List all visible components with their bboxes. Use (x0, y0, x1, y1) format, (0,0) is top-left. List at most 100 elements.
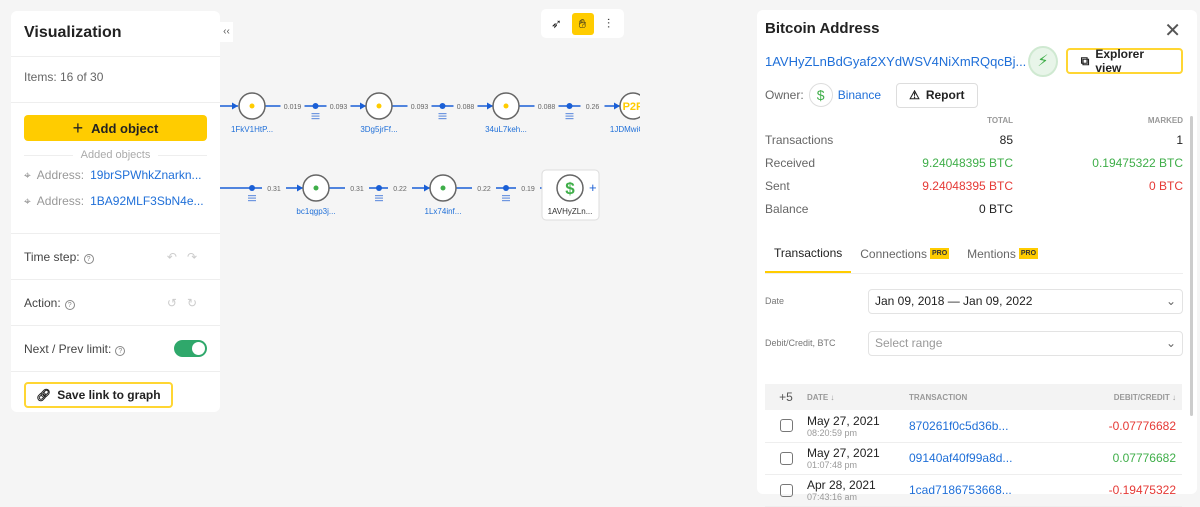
row-checkbox[interactable] (779, 419, 793, 433)
explorer-view-button[interactable]: ⧉ Explorer view (1065, 47, 1183, 75)
edge-amount: 0.22 (393, 186, 407, 193)
row-checkbox[interactable] (779, 483, 793, 497)
node-label: 1FkV1HtP... (231, 125, 273, 134)
added-objects-heading: Added objects (72, 149, 159, 161)
row-checkbox[interactable] (779, 451, 793, 465)
transaction-link[interactable]: 1cad7186753668... (909, 474, 1069, 507)
location-pin-icon: ⌖ (24, 193, 31, 208)
address-link[interactable]: 19brSPWhkZnarkn... (90, 168, 201, 182)
arrow-icon (614, 102, 620, 110)
transaction-link[interactable]: 09140af40f99a8d... (909, 442, 1069, 475)
edge-amount: 0.088 (457, 104, 475, 111)
save-link-button[interactable]: 🔗︎ Save link to graph (24, 382, 173, 408)
settings-tool-button[interactable]: ⫶ (598, 13, 620, 35)
list-icon[interactable] (438, 113, 447, 120)
graph-canvas[interactable]: 0.019 0.093 0.093 0.088 0.088 0.26 1FkV1HtP...… (220, 60, 640, 230)
table-row[interactable]: Apr 28, 2021 07:43:16 am 1cad7186753668...… (765, 474, 1182, 507)
stat-label: Received (765, 155, 816, 170)
stat-row: Sent 9.24048395 BTC 0 BTC (765, 174, 1183, 197)
node-label: 34uL7keh... (485, 125, 527, 134)
action-label: Action: (24, 295, 61, 310)
owner-link[interactable]: Binance (838, 88, 881, 102)
tab-transactions[interactable]: Transactions (765, 234, 852, 273)
graph-node[interactable]: 1FkV1HtP... (231, 92, 273, 134)
cursor-icon: ➶ (551, 15, 562, 31)
stat-total: 9.24048395 BTC (922, 155, 1013, 170)
scrollbar[interactable] (1190, 116, 1193, 416)
tab-mentions[interactable]: Mentions PRO (958, 234, 1047, 273)
help-icon[interactable]: ? (115, 345, 126, 356)
address-key: Address: (36, 194, 85, 208)
save-link-label: Save link to graph (57, 388, 161, 402)
added-object-item[interactable]: ⌖ Address: 1BA92MLF3SbN4e... (24, 188, 207, 214)
close-icon[interactable]: ✕ (1164, 18, 1181, 43)
node-icon-text: P2P (623, 101, 640, 113)
header-date[interactable]: DATE ↓ (807, 384, 909, 410)
header-debit-credit[interactable]: DEBIT/CREDIT ↓ (1068, 384, 1182, 410)
graph-node[interactable]: $ +1AVHyZLn... (541, 169, 600, 221)
rotate-left-icon[interactable]: ↺ (167, 296, 187, 310)
node-label: bc1qgp3j... (296, 207, 335, 216)
node-label: 1AVHyZLn... (548, 207, 593, 216)
tab-connections[interactable]: Connections PRO (851, 234, 958, 273)
graph-node[interactable]: P2P+1JDMwiCX... (610, 92, 640, 134)
extra-count: +5 (765, 384, 807, 410)
help-icon[interactable]: ? (64, 299, 75, 310)
lightning-icon[interactable]: ⚡︎ (1028, 45, 1058, 77)
expand-plus-icon[interactable]: + (589, 180, 597, 195)
arrow-icon (424, 184, 430, 192)
debit-credit-filter-label: Debit/Credit, BTC (765, 338, 836, 348)
rotate-right-icon[interactable]: ↻ (187, 296, 207, 310)
transaction-link[interactable]: 870261f0c5d36b... (909, 410, 1069, 443)
debit-credit-select[interactable]: Select range ⌄ (868, 330, 1183, 356)
address-link[interactable]: 1BA92MLF3SbN4e... (90, 194, 203, 208)
edge-amount: 0.26 (586, 104, 600, 111)
add-object-button[interactable]: + Add object (24, 115, 207, 141)
explorer-view-label: Explorer view (1095, 47, 1144, 75)
limit-toggle[interactable] (174, 340, 207, 357)
pointer-tool-button[interactable]: ➶ (546, 13, 568, 35)
details-tabs: Transactions Connections PRO Mentions PRO (765, 234, 1183, 274)
table-row[interactable]: May 27, 2021 01:07:48 pm 09140af40f99a8d..… (765, 442, 1182, 475)
list-icon[interactable] (565, 113, 574, 120)
graph-node[interactable]: 34uL7keh... (485, 92, 527, 134)
stat-label: Sent (765, 178, 790, 193)
tab-label: Transactions (774, 245, 843, 260)
list-icon[interactable] (311, 113, 320, 120)
hand-tool-button[interactable]: ✋︎ (571, 12, 594, 35)
edge-junction[interactable] (439, 103, 446, 109)
date-filter-label: Date (765, 296, 785, 306)
list-icon[interactable] (375, 195, 383, 202)
graph-node[interactable]: bc1qgp3j... (296, 174, 336, 216)
chevron-down-icon: ⌄ (1165, 294, 1176, 308)
list-icon[interactable] (502, 195, 510, 202)
arrow-icon (360, 102, 366, 110)
edge-junction[interactable] (503, 185, 509, 191)
node-label: 1JDMwiCX... (610, 125, 640, 134)
time-step-row: Time step:? ↶↷ (11, 234, 220, 280)
stat-row: Balance 0 BTC (765, 197, 1183, 220)
graph-node[interactable]: 1Lx74inf... (425, 174, 462, 216)
stat-total: 85 (999, 132, 1013, 147)
action-row: Action:? ↺↻ (11, 280, 220, 326)
graph-node[interactable]: 3Dg5jrFf... (360, 92, 398, 134)
edge-junction[interactable] (312, 103, 319, 109)
details-title: Bitcoin Address (765, 20, 880, 37)
undo-icon[interactable]: ↶ (167, 250, 187, 264)
table-row[interactable]: May 27, 2021 08:20:59 pm 870261f0c5d36b...… (765, 410, 1182, 443)
address-link[interactable]: 1AVHyZLnBdGyaf2XYdWSV4NiXmRQqcBj... (765, 54, 1026, 69)
report-button[interactable]: ⚠︎ Report (896, 82, 978, 108)
arrow-icon (297, 184, 303, 192)
redo-icon[interactable]: ↷ (187, 250, 207, 264)
date-range-select[interactable]: Jan 09, 2018 — Jan 09, 2022 ⌄ (868, 288, 1183, 314)
node-label: 1Lx74inf... (425, 207, 462, 216)
help-icon[interactable]: ? (83, 253, 94, 264)
edge-amount: 0.093 (330, 104, 348, 111)
collapse-panel-button[interactable]: ‹‹ (220, 22, 233, 42)
list-icon[interactable] (248, 195, 256, 202)
row-amount: 0.07776682 (1068, 442, 1182, 475)
edge-junction[interactable] (566, 103, 573, 109)
edge-junction[interactable] (376, 185, 382, 191)
edge-junction[interactable] (249, 185, 255, 191)
pro-badge: PRO (929, 248, 950, 259)
